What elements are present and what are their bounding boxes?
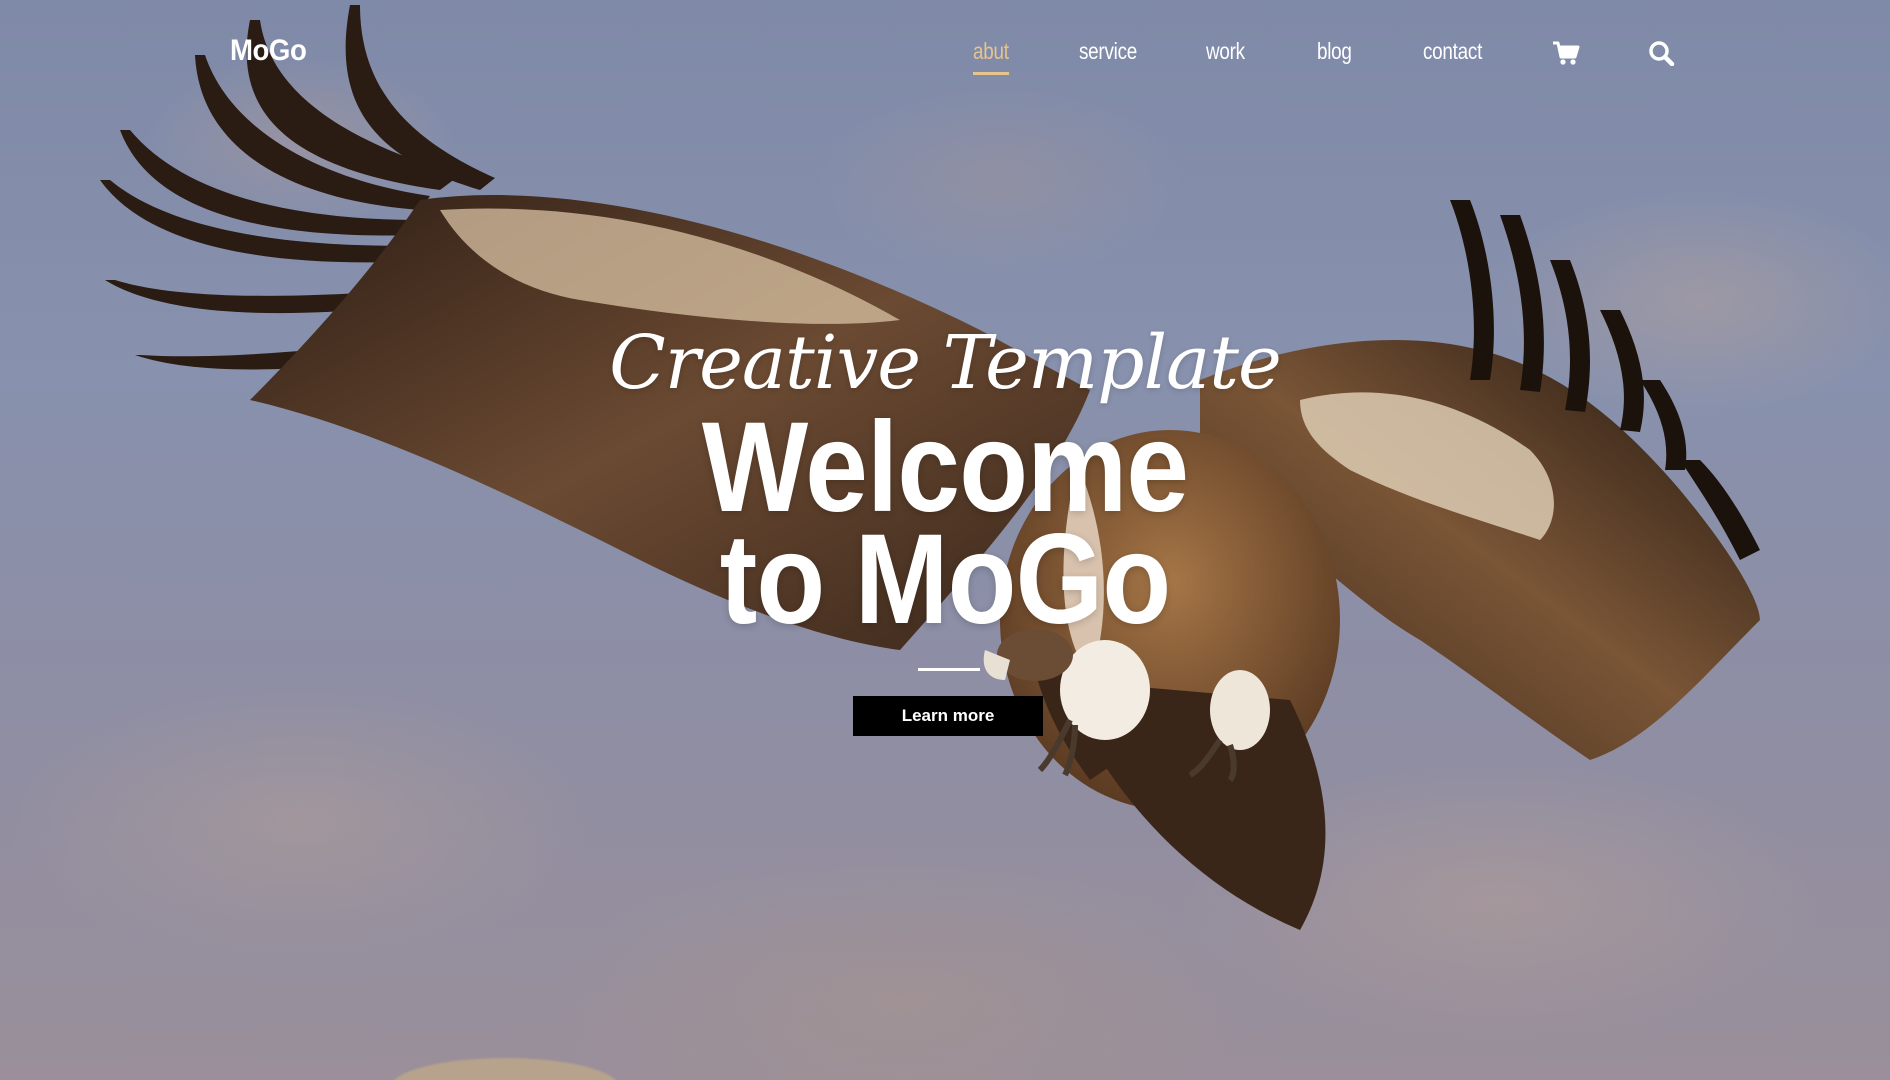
hero-divider xyxy=(918,668,980,671)
hero-title-line-2: to MoGo xyxy=(719,508,1171,651)
hero-tagline: Creative Template xyxy=(609,320,1282,406)
hero-content: Creative Template Welcome to MoGo Learn … xyxy=(0,0,1890,1080)
learn-more-button[interactable]: Learn more xyxy=(853,696,1043,736)
